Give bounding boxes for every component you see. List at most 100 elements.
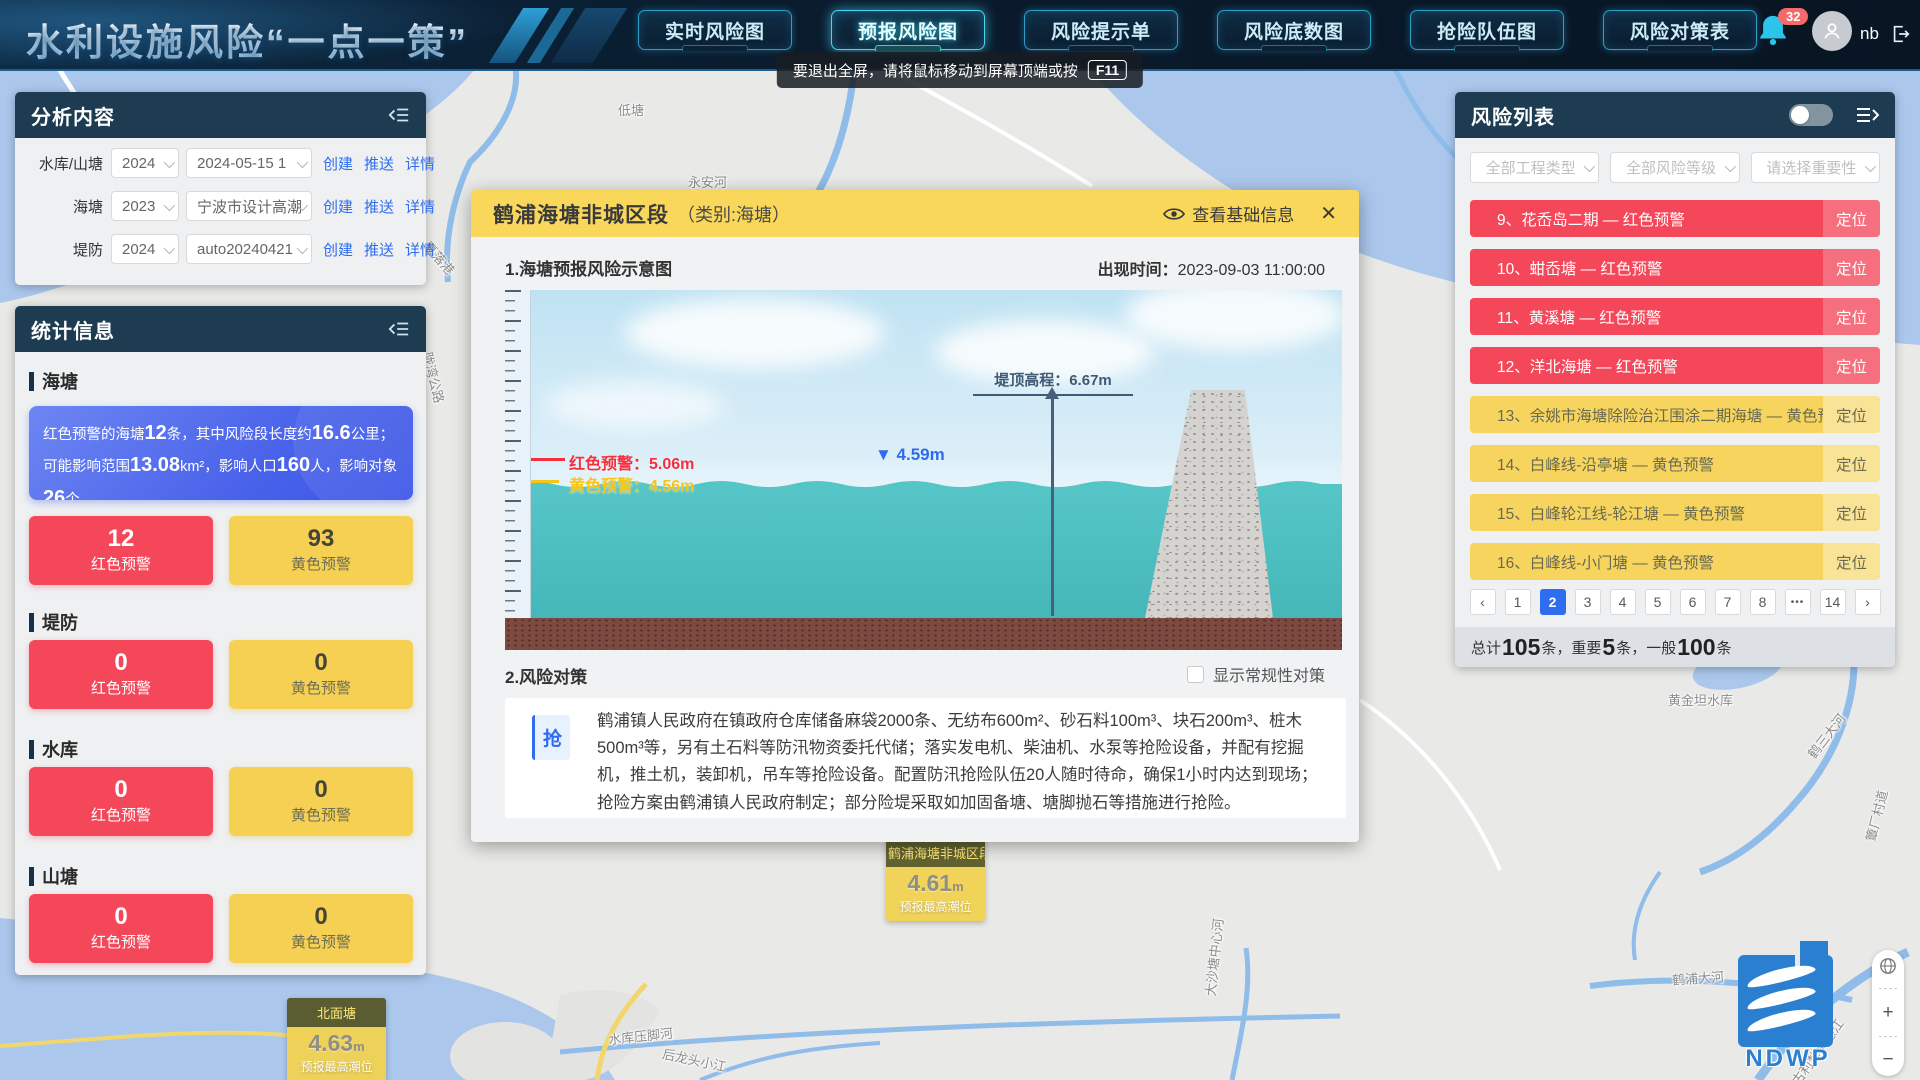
- create-link[interactable]: 创建: [323, 153, 353, 174]
- scheme-select[interactable]: 2024-05-15 1: [186, 148, 312, 178]
- pond-red-card[interactable]: 0 红色预警: [29, 894, 213, 963]
- occurrence-time: 出现时间：2023-09-03 11:00:00: [1098, 256, 1325, 280]
- basemap-globe-icon[interactable]: [1872, 957, 1904, 975]
- page-3[interactable]: 3: [1575, 589, 1601, 615]
- app-root: 低塘 永安河 夏落港 陇湾公路 水库压脚河 后龙头小江 黄金坦水库 鹤三大河 簟…: [0, 0, 1920, 1080]
- year-value: 2023: [122, 198, 155, 215]
- section-name: 水库: [42, 736, 78, 762]
- locate-button[interactable]: 定位: [1823, 494, 1880, 531]
- show-routine-measures-checkbox[interactable]: [1187, 666, 1204, 683]
- scheme-select[interactable]: 宁波市设计高潮: [186, 191, 312, 221]
- locate-button[interactable]: 定位: [1823, 249, 1880, 286]
- risk-item[interactable]: 11、黄溪塘 — 红色预警 定位: [1470, 298, 1880, 335]
- nav-risk-measure-table[interactable]: 风险对策表: [1603, 10, 1757, 50]
- avatar[interactable]: [1812, 11, 1852, 51]
- seawall-yellow-card[interactable]: 93 黄色预警: [229, 516, 413, 585]
- risk-panel-title: 风险列表: [1471, 101, 1555, 130]
- locate-button[interactable]: 定位: [1823, 445, 1880, 482]
- zoom-out-button[interactable]: −: [1872, 1050, 1904, 1069]
- page-2-active[interactable]: 2: [1540, 589, 1566, 615]
- map-label: 黄金坦水库: [1668, 690, 1733, 709]
- locate-button[interactable]: 定位: [1823, 396, 1880, 433]
- push-link[interactable]: 推送: [364, 153, 394, 174]
- risk-item[interactable]: 15、白峰轮江线-轮江塘 — 黄色预警 定位: [1470, 494, 1880, 531]
- reservoir-yellow-card[interactable]: 0 黄色预警: [229, 767, 413, 836]
- analysis-panel-title: 分析内容: [31, 101, 115, 130]
- risk-item-label: 12、洋北海塘 — 红色预警: [1470, 355, 1823, 377]
- nav-rescue-team-map[interactable]: 抢险队伍图: [1410, 10, 1564, 50]
- page-5[interactable]: 5: [1645, 589, 1671, 615]
- importance-select[interactable]: 请选择重要性: [1751, 152, 1880, 183]
- diagram-section-title: 1.海塘预报风险示意图: [505, 255, 672, 280]
- modal-title: 鹤浦海塘非城区段: [493, 199, 669, 229]
- collapse-right-icon[interactable]: [1855, 106, 1879, 124]
- risk-item[interactable]: 16、白峰线-小门塘 — 黄色预警 定位: [1470, 543, 1880, 580]
- eye-icon: [1163, 206, 1185, 222]
- risk-level-select[interactable]: 全部风险等级: [1610, 152, 1739, 183]
- page-14[interactable]: 14: [1820, 589, 1846, 615]
- collapse-left-icon[interactable]: [388, 106, 410, 124]
- scheme-value: auto20240421: [197, 241, 293, 258]
- project-type-select[interactable]: 全部工程类型: [1470, 152, 1599, 183]
- create-link[interactable]: 创建: [323, 196, 353, 217]
- year-select[interactable]: 2024: [111, 234, 179, 264]
- risk-item[interactable]: 13、余姚市海塘除险治江围涂二期海塘 — 黄色预警 定位: [1470, 396, 1880, 433]
- page-prev[interactable]: ‹: [1470, 589, 1496, 615]
- risk-toggle-switch[interactable]: [1789, 104, 1833, 126]
- yellow-label: 黄色预警: [229, 677, 413, 698]
- seawall-red-card[interactable]: 12 红色预警: [29, 516, 213, 585]
- risk-item[interactable]: 10、蚶岙塘 — 红色预警 定位: [1470, 249, 1880, 286]
- risk-filters: 全部工程类型 全部风险等级 请选择重要性: [1470, 152, 1880, 183]
- section-name: 海塘: [42, 368, 78, 394]
- reservoir-red-card[interactable]: 0 红色预警: [29, 767, 213, 836]
- locate-button[interactable]: 定位: [1823, 543, 1880, 580]
- badge-value: 4.61: [907, 870, 952, 896]
- detail-link[interactable]: 详情: [405, 239, 435, 260]
- page-7[interactable]: 7: [1715, 589, 1741, 615]
- map-label: 永安河: [688, 172, 727, 191]
- push-link[interactable]: 推送: [364, 239, 394, 260]
- zoom-in-button[interactable]: +: [1872, 1003, 1904, 1022]
- pond-yellow-card[interactable]: 0 黄色预警: [229, 894, 413, 963]
- close-icon[interactable]: ✕: [1320, 201, 1337, 226]
- detail-link[interactable]: 详情: [405, 153, 435, 174]
- map-label: 低塘: [618, 100, 644, 119]
- create-link[interactable]: 创建: [323, 239, 353, 260]
- measures-section-title: 2.风险对策: [505, 663, 587, 688]
- nav-risk-notice-list[interactable]: 风险提示单: [1024, 10, 1178, 50]
- detail-link[interactable]: 详情: [405, 196, 435, 217]
- locate-button[interactable]: 定位: [1823, 200, 1880, 237]
- risk-item[interactable]: 12、洋北海塘 — 红色预警 定位: [1470, 347, 1880, 384]
- dike-red-card[interactable]: 0 红色预警: [29, 640, 213, 709]
- year-select[interactable]: 2024: [111, 148, 179, 178]
- year-select[interactable]: 2023: [111, 191, 179, 221]
- page-6[interactable]: 6: [1680, 589, 1706, 615]
- app-title: 水利设施风险“一点一策”: [26, 12, 469, 66]
- risk-item[interactable]: 14、白峰线-沿亭塘 — 黄色预警 定位: [1470, 445, 1880, 482]
- main-nav: 实时风险图 预报风险图 风险提示单 风险底数图 抢险队伍图 风险对策表: [638, 10, 1757, 50]
- nav-risk-base-map[interactable]: 风险底数图: [1217, 10, 1371, 50]
- page-1[interactable]: 1: [1505, 589, 1531, 615]
- toast-key-f11: F11: [1088, 60, 1127, 80]
- locate-button[interactable]: 定位: [1823, 298, 1880, 335]
- nav-forecast-risk-map[interactable]: 预报风险图: [831, 10, 985, 50]
- ndwp-logo-text: NDWP: [1738, 1045, 1838, 1073]
- page-4[interactable]: 4: [1610, 589, 1636, 615]
- page-ellipsis[interactable]: •••: [1785, 589, 1811, 615]
- page-next[interactable]: ›: [1855, 589, 1881, 615]
- view-basic-info-button[interactable]: 查看基础信息: [1163, 201, 1294, 226]
- nav-realtime-risk-map[interactable]: 实时风险图: [638, 10, 792, 50]
- page-8[interactable]: 8: [1750, 589, 1776, 615]
- collapse-left-icon[interactable]: [388, 320, 410, 338]
- measure-text: 鹤浦镇人民政府在镇政府仓库储备麻袋2000条、无纺布600m²、砂石料100m³…: [597, 708, 1327, 817]
- dike-yellow-card[interactable]: 0 黄色预警: [229, 640, 413, 709]
- push-link[interactable]: 推送: [364, 196, 394, 217]
- scheme-select[interactable]: auto20240421: [186, 234, 312, 264]
- locate-button[interactable]: 定位: [1823, 347, 1880, 384]
- badge-title: 鹤浦海塘非城区段: [886, 838, 985, 867]
- logout-icon[interactable]: [1890, 23, 1912, 45]
- red-warning-line: [531, 458, 565, 461]
- badge-value: 4.63: [308, 1030, 353, 1056]
- notification-bell[interactable]: 32: [1756, 12, 1806, 58]
- risk-item[interactable]: 9、花岙岛二期 — 红色预警 定位: [1470, 200, 1880, 237]
